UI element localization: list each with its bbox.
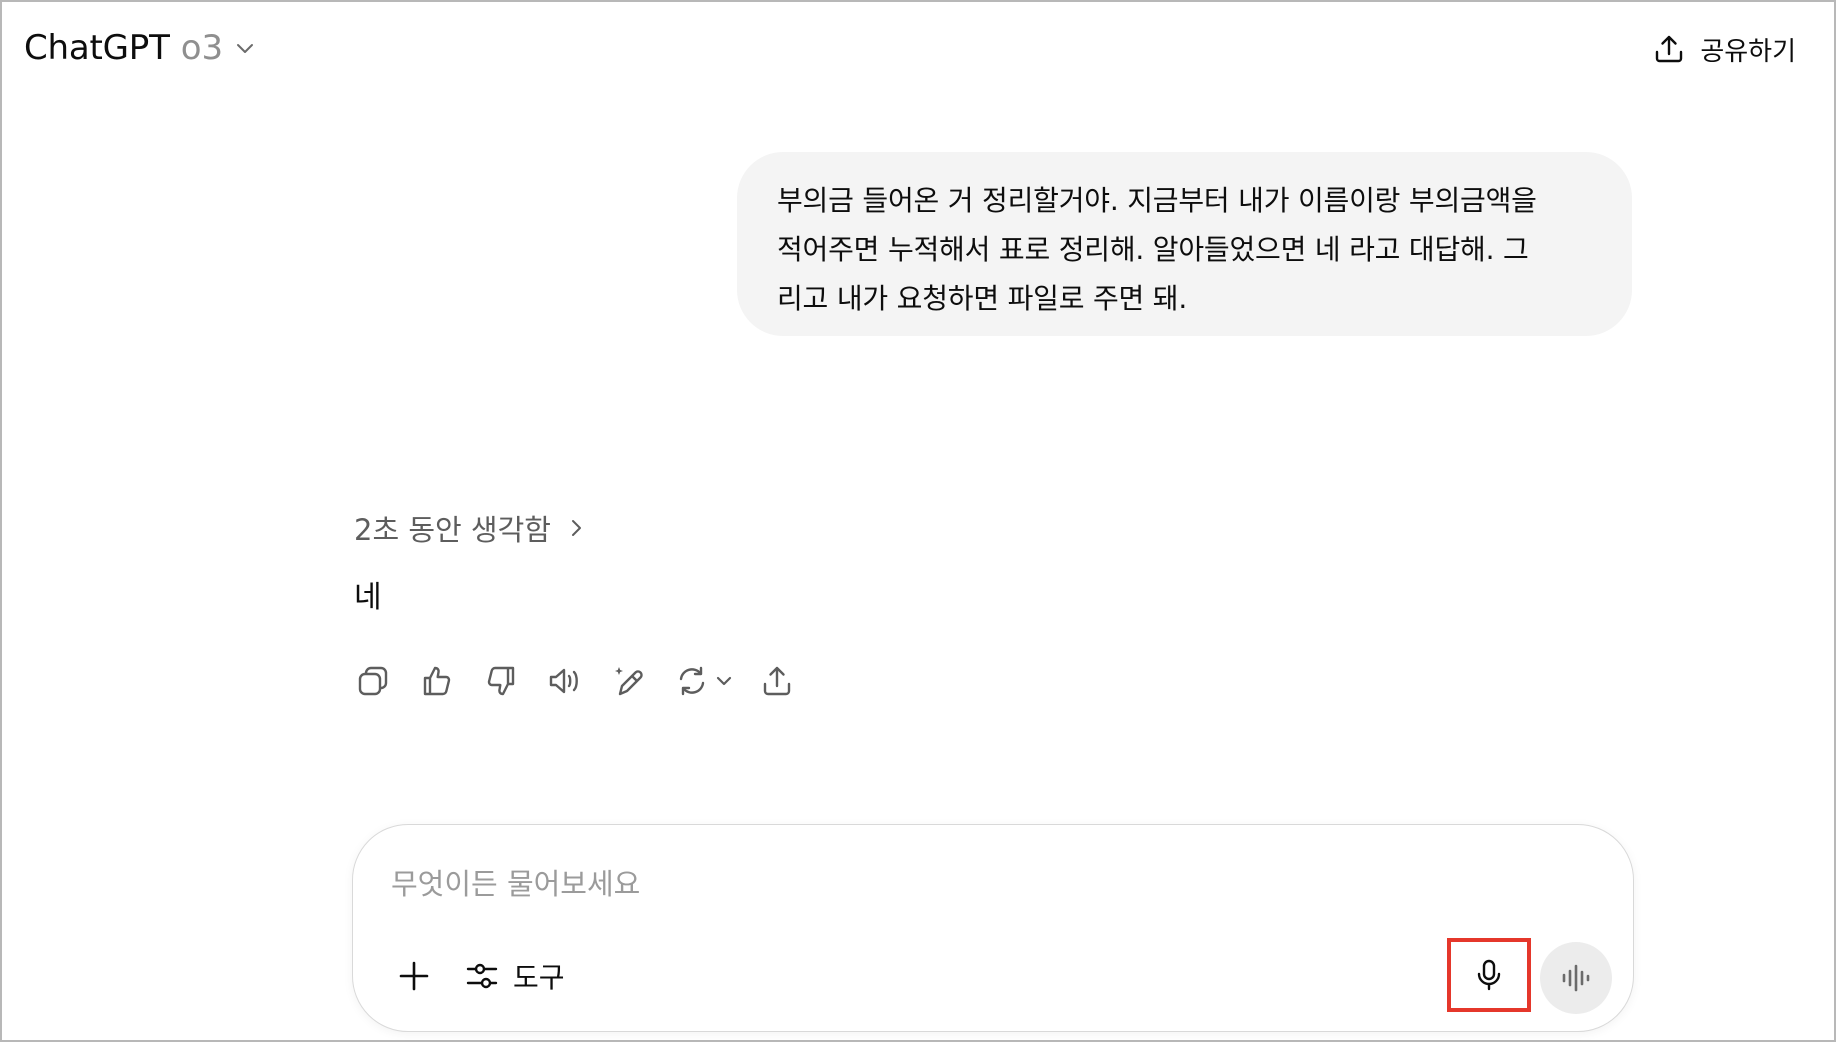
read-aloud-icon xyxy=(549,668,578,694)
chevron-down-icon xyxy=(716,676,732,686)
chevron-down-icon xyxy=(233,36,257,60)
share-icon xyxy=(763,666,791,696)
message-actions xyxy=(350,658,818,704)
voice-mode-button[interactable] xyxy=(1540,942,1612,1014)
bad-response-button[interactable] xyxy=(478,658,524,704)
dictate-button[interactable] xyxy=(1447,938,1531,1012)
tools-label: 도구 xyxy=(513,961,565,994)
thinking-summary-label: 2초 동안 생각함 xyxy=(354,513,551,547)
composer: 도구 xyxy=(352,824,1634,1032)
top-bar: ChatGPT o3 공유하기 xyxy=(2,2,1834,94)
thinking-summary-toggle[interactable]: 2초 동안 생각함 xyxy=(354,507,587,549)
sliders-icon xyxy=(465,959,499,993)
assistant-message: 네 xyxy=(354,580,382,615)
model-switcher[interactable]: ChatGPT o3 xyxy=(24,26,257,70)
edit-in-canvas-button[interactable] xyxy=(606,658,652,704)
app-title: ChatGPT xyxy=(24,28,170,68)
upload-icon xyxy=(1652,32,1686,66)
share-message-button[interactable] xyxy=(754,658,800,704)
edit-canvas-icon xyxy=(615,667,643,696)
user-message-bubble: 부의금 들어온 거 정리할거야. 지금부터 내가 이름이랑 부의금액을 적어주면… xyxy=(737,152,1632,336)
good-response-button[interactable] xyxy=(414,658,460,704)
thumbs-up-icon xyxy=(423,666,451,696)
regenerate-button[interactable] xyxy=(670,658,740,704)
chevron-right-icon xyxy=(565,517,587,539)
prompt-input[interactable] xyxy=(391,861,1571,907)
voice-waveform-icon xyxy=(1562,964,1590,992)
microphone-icon xyxy=(1477,959,1501,991)
read-aloud-button[interactable] xyxy=(542,658,588,704)
user-message-line: 리고 내가 요청하면 파일로 주면 돼. xyxy=(777,282,1188,315)
copy-button[interactable] xyxy=(350,658,396,704)
share-button[interactable]: 공유하기 xyxy=(1652,28,1796,70)
app-window: ChatGPT o3 공유하기 부의금 들어온 거 정리할거야. 지금부터 내가… xyxy=(0,0,1836,1042)
regenerate-icon xyxy=(679,666,705,696)
user-message-line: 부의금 들어온 거 정리할거야. 지금부터 내가 이름이랑 부의금액을 xyxy=(777,184,1537,217)
copy-icon xyxy=(358,666,388,696)
add-attachment-button[interactable] xyxy=(391,953,437,999)
user-message-line: 적어주면 누적해서 표로 정리해. 알아들었으면 네 라고 대답해. 그 xyxy=(777,233,1529,266)
tools-button[interactable]: 도구 xyxy=(465,953,565,999)
model-name: o3 xyxy=(180,28,224,68)
plus-icon xyxy=(399,961,429,991)
thumbs-down-icon xyxy=(487,666,515,696)
share-label: 공유하기 xyxy=(1700,36,1796,67)
